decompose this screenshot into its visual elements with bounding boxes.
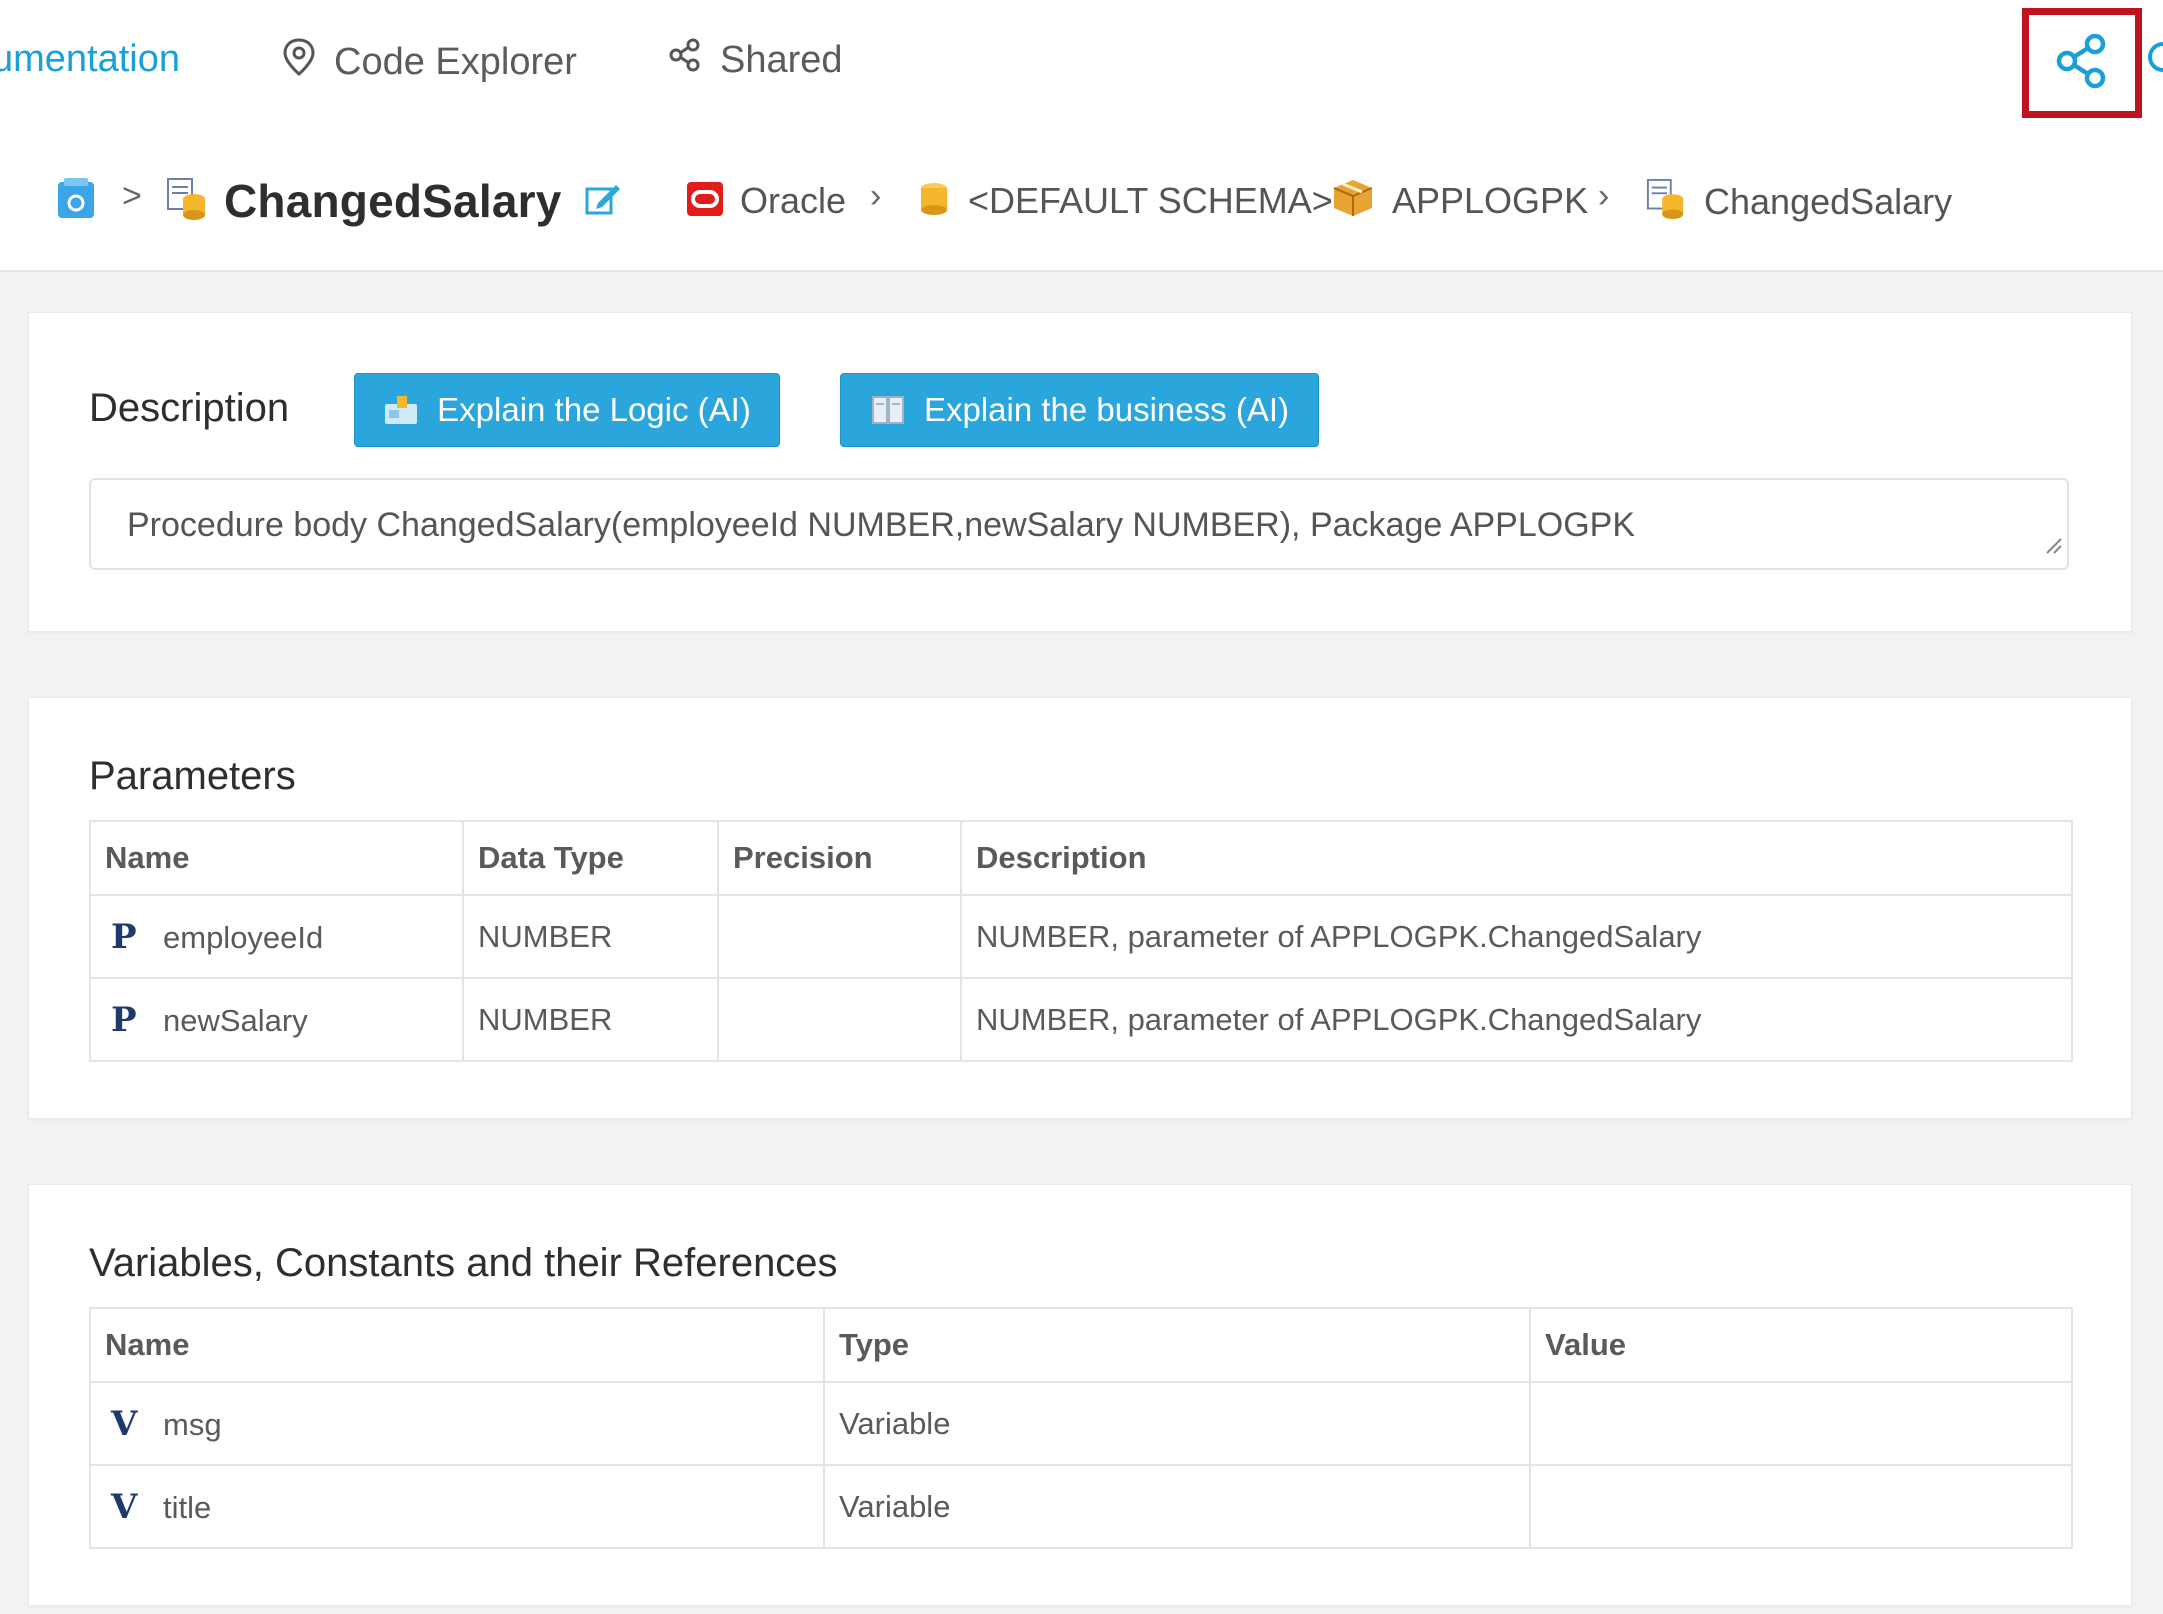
share-button[interactable] xyxy=(2022,8,2142,118)
param-precision xyxy=(717,894,962,979)
home-icon xyxy=(56,176,96,225)
param-precision xyxy=(717,977,962,1062)
description-card: Description Explain the Logic (AI) Expla… xyxy=(28,312,2132,632)
param-name[interactable]: newSalary xyxy=(163,1003,308,1038)
table-row[interactable]: PemployeeId NUMBER NUMBER, parameter of … xyxy=(89,894,2073,979)
variable-icon: V xyxy=(111,1486,138,1527)
nav-shared-label: Shared xyxy=(720,38,843,81)
chevron-right-icon: > xyxy=(122,177,142,215)
nav-documentation-label: umentation xyxy=(0,38,181,80)
table-row[interactable]: Vmsg Variable xyxy=(89,1381,2073,1466)
chevron-right-icon: › xyxy=(870,177,882,215)
param-description: NUMBER, parameter of APPLOGPK.ChangedSal… xyxy=(960,894,2073,979)
table-header-row: Name Type Value xyxy=(89,1307,2073,1383)
oracle-icon xyxy=(686,181,724,222)
param-type: NUMBER xyxy=(462,977,719,1062)
logic-icon xyxy=(383,394,419,426)
description-heading: Description xyxy=(89,386,290,430)
nav-documentation[interactable]: umentation xyxy=(0,38,180,81)
parameters-table: Name Data Type Precision Description Pem… xyxy=(89,820,2073,1062)
table-row[interactable]: Vtitle Variable xyxy=(89,1464,2073,1549)
table-row[interactable]: PnewSalary NUMBER NUMBER, parameter of A… xyxy=(89,977,2073,1062)
param-name-cell: PnewSalary xyxy=(89,977,464,1062)
share-icon xyxy=(668,38,702,82)
crumb-procedure-label: ChangedSalary xyxy=(1704,180,1953,222)
parameters-heading: Parameters xyxy=(89,754,296,798)
column-header[interactable]: Name xyxy=(89,820,464,896)
explain-logic-button[interactable]: Explain the Logic (AI) xyxy=(354,373,780,447)
var-type: Variable xyxy=(823,1381,1531,1466)
top-nav: umentation Code Explorer Shared xyxy=(0,0,2163,130)
table-header-row: Name Data Type Precision Description xyxy=(89,820,2073,896)
var-name[interactable]: msg xyxy=(163,1407,222,1442)
chevron-right-icon: › xyxy=(1598,177,1610,215)
var-value xyxy=(1529,1381,2073,1466)
crumb-schema-label: <DEFAULT SCHEMA> xyxy=(968,180,1333,221)
variables-table: Name Type Value Vmsg Variable Vtitle Var… xyxy=(89,1307,2073,1549)
param-name-cell: PemployeeId xyxy=(89,894,464,979)
explain-business-button[interactable]: Explain the business (AI) xyxy=(840,373,1319,447)
var-name-cell: Vmsg xyxy=(89,1381,825,1466)
procedure-icon xyxy=(1646,178,1686,225)
param-description: NUMBER, parameter of APPLOGPK.ChangedSal… xyxy=(960,977,2073,1062)
description-textarea[interactable]: Procedure body ChangedSalary(employeeId … xyxy=(89,478,2069,570)
nav-shared[interactable]: Shared xyxy=(668,38,843,82)
nav-code-explorer[interactable]: Code Explorer xyxy=(282,38,577,86)
param-type: NUMBER xyxy=(462,894,719,979)
search-icon[interactable] xyxy=(2148,42,2163,72)
column-header[interactable]: Type xyxy=(823,1307,1531,1383)
page-title: ChangedSalary xyxy=(224,175,562,227)
variables-card: Variables, Constants and their Reference… xyxy=(28,1184,2132,1606)
column-header[interactable]: Value xyxy=(1529,1307,2073,1383)
parameter-icon: P xyxy=(111,999,137,1040)
database-icon xyxy=(918,181,950,222)
parameter-icon: P xyxy=(111,916,137,957)
crumb-package-label: APPLOGPK xyxy=(1392,179,1589,221)
variables-heading: Variables, Constants and their Reference… xyxy=(89,1241,838,1285)
explain-business-label: Explain the business (AI) xyxy=(923,391,1289,428)
procedure-icon xyxy=(166,177,208,226)
description-text: Procedure body ChangedSalary(employeeId … xyxy=(127,506,1636,544)
var-value xyxy=(1529,1464,2073,1549)
column-header[interactable]: Description xyxy=(960,820,2073,896)
resize-handle-icon[interactable] xyxy=(2043,525,2063,564)
column-header[interactable]: Name xyxy=(89,1307,825,1383)
crumb-procedure[interactable]: ChangedSalary xyxy=(1646,178,1952,225)
home-button[interactable] xyxy=(56,176,96,225)
parameters-card: Parameters Name Data Type Precision Desc… xyxy=(28,697,2132,1119)
explain-logic-label: Explain the Logic (AI) xyxy=(437,391,751,428)
map-marker-icon xyxy=(282,38,316,86)
package-icon xyxy=(1332,178,1374,223)
nav-code-explorer-label: Code Explorer xyxy=(334,40,577,83)
column-header[interactable]: Precision xyxy=(717,820,962,896)
column-header[interactable]: Data Type xyxy=(462,820,719,896)
crumb-schema[interactable]: <DEFAULT SCHEMA> xyxy=(918,180,1333,222)
crumb-oracle-label: Oracle xyxy=(740,180,847,221)
crumb-oracle[interactable]: Oracle xyxy=(686,180,846,222)
var-name[interactable]: title xyxy=(163,1490,211,1525)
breadcrumb: > ChangedSalary Oracle › <DEFAULT SCHEMA… xyxy=(0,130,2163,272)
share-icon xyxy=(2054,33,2110,94)
edit-icon[interactable] xyxy=(584,181,622,222)
page-title-group: ChangedSalary xyxy=(166,174,622,228)
crumb-package[interactable]: APPLOGPK xyxy=(1332,178,1588,223)
var-type: Variable xyxy=(823,1464,1531,1549)
variable-icon: V xyxy=(111,1403,138,1444)
param-name[interactable]: employeeId xyxy=(163,920,323,955)
book-icon xyxy=(870,394,906,426)
var-name-cell: Vtitle xyxy=(89,1464,825,1549)
